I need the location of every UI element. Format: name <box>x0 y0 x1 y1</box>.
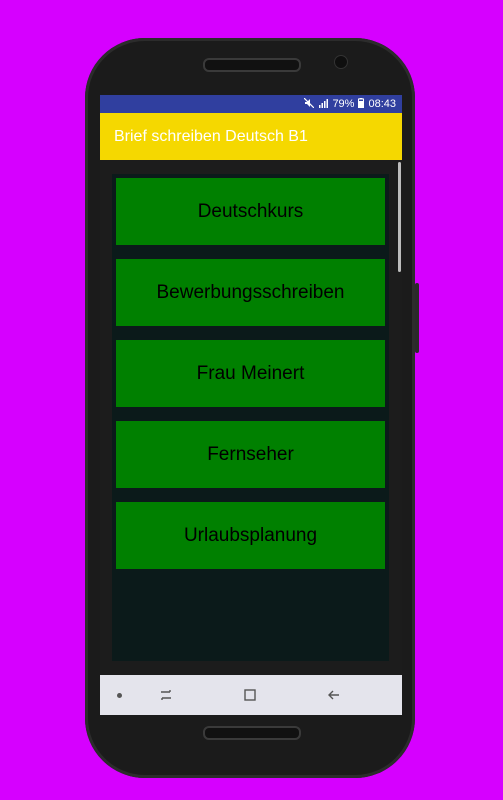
earpiece-speaker <box>203 58 301 72</box>
topic-button-deutschkurs[interactable]: Deutschkurs <box>116 178 385 245</box>
bottom-speaker <box>203 726 301 740</box>
back-icon[interactable] <box>324 685 344 705</box>
topic-label: Urlaubsplanung <box>183 524 318 546</box>
status-bar: 79% 08:43 <box>100 95 402 113</box>
scrollbar[interactable] <box>398 162 401 272</box>
topic-button-urlaubsplanung[interactable]: Urlaubsplanung <box>116 502 385 569</box>
app-title: Brief schreiben Deutsch B1 <box>114 127 308 145</box>
topic-button-bewerbungsschreiben[interactable]: Bewerbungsschreiben <box>116 259 385 326</box>
battery-icon <box>358 97 365 111</box>
topic-button-fernseher[interactable]: Fernseher <box>116 421 385 488</box>
status-time: 08:43 <box>368 98 396 110</box>
content-area[interactable]: Deutschkurs Bewerbungsschreiben Frau Mei… <box>100 160 402 675</box>
power-button <box>415 283 419 353</box>
signal-icon <box>318 98 329 111</box>
topic-button-frau-meinert[interactable]: Frau Meinert <box>116 340 385 407</box>
battery-percent: 79% <box>332 98 355 110</box>
app-bar: Brief schreiben Deutsch B1 <box>100 113 402 160</box>
home-icon[interactable] <box>240 685 260 705</box>
navigation-bar <box>100 675 402 715</box>
recents-icon[interactable] <box>156 685 176 705</box>
phone-frame: 79% 08:43 Brief schreiben Deutsch B1 Deu… <box>85 38 419 778</box>
topic-label: Frau Meinert <box>196 362 305 384</box>
mute-icon <box>304 97 315 111</box>
nav-dot-icon <box>117 693 122 698</box>
screen: 79% 08:43 Brief schreiben Deutsch B1 Deu… <box>100 95 402 715</box>
topic-label: Bewerbungsschreiben <box>156 281 345 303</box>
topic-label: Fernseher <box>207 443 294 465</box>
topic-label: Deutschkurs <box>197 200 304 222</box>
front-camera <box>334 55 348 69</box>
topic-list: Deutschkurs Bewerbungsschreiben Frau Mei… <box>112 174 389 661</box>
